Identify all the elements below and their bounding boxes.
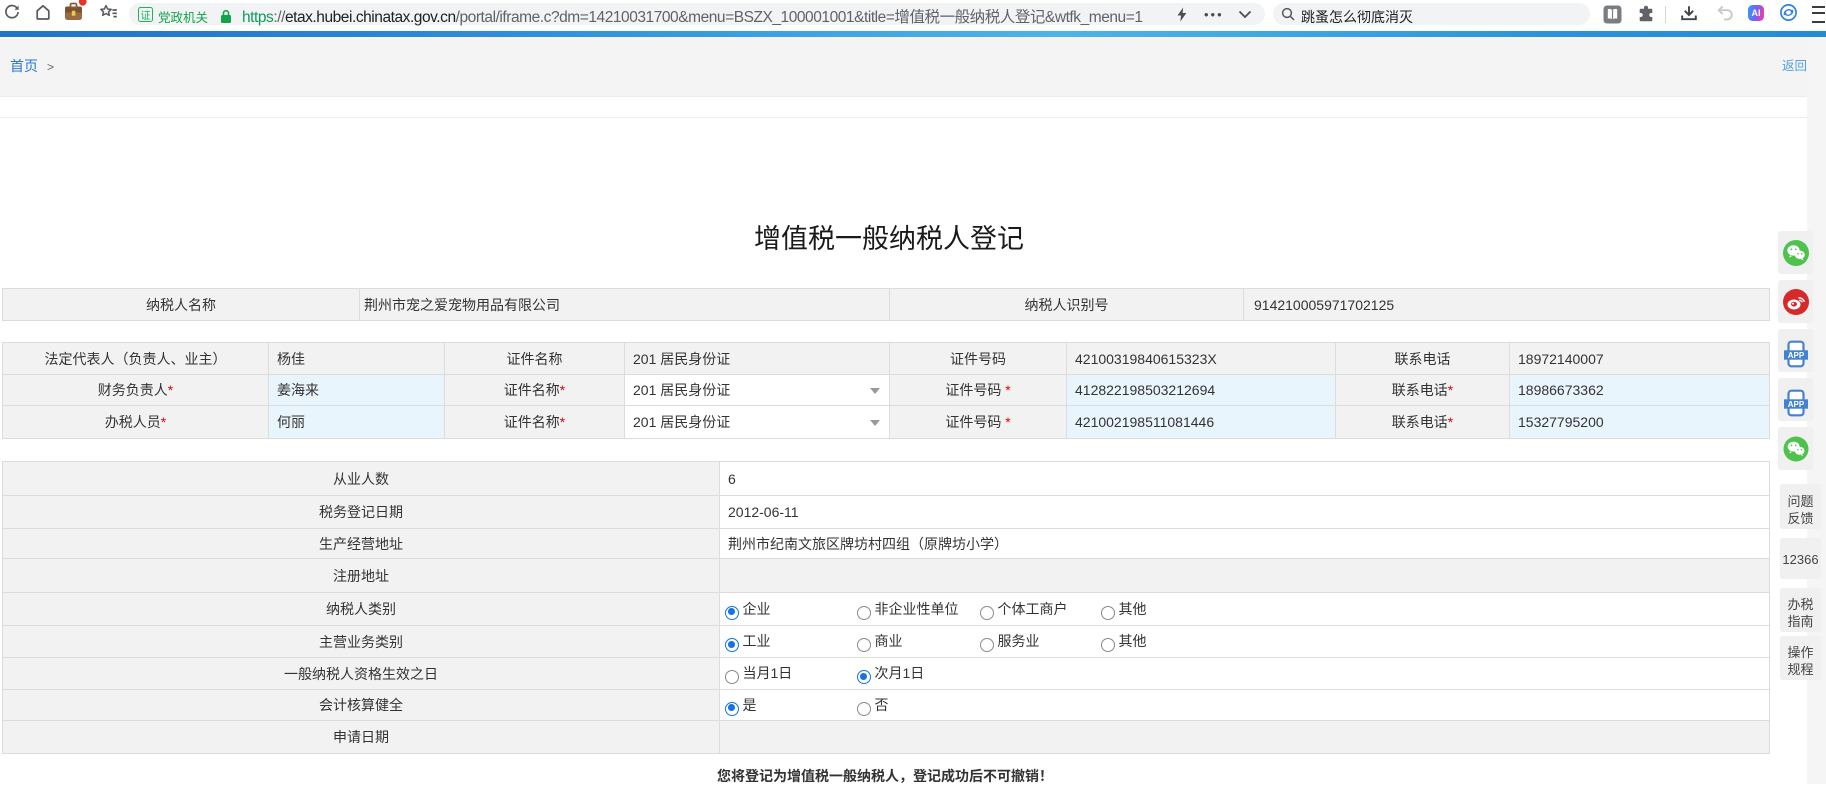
svg-text:APP: APP (1787, 351, 1804, 360)
svg-text:APP: APP (1787, 400, 1804, 409)
